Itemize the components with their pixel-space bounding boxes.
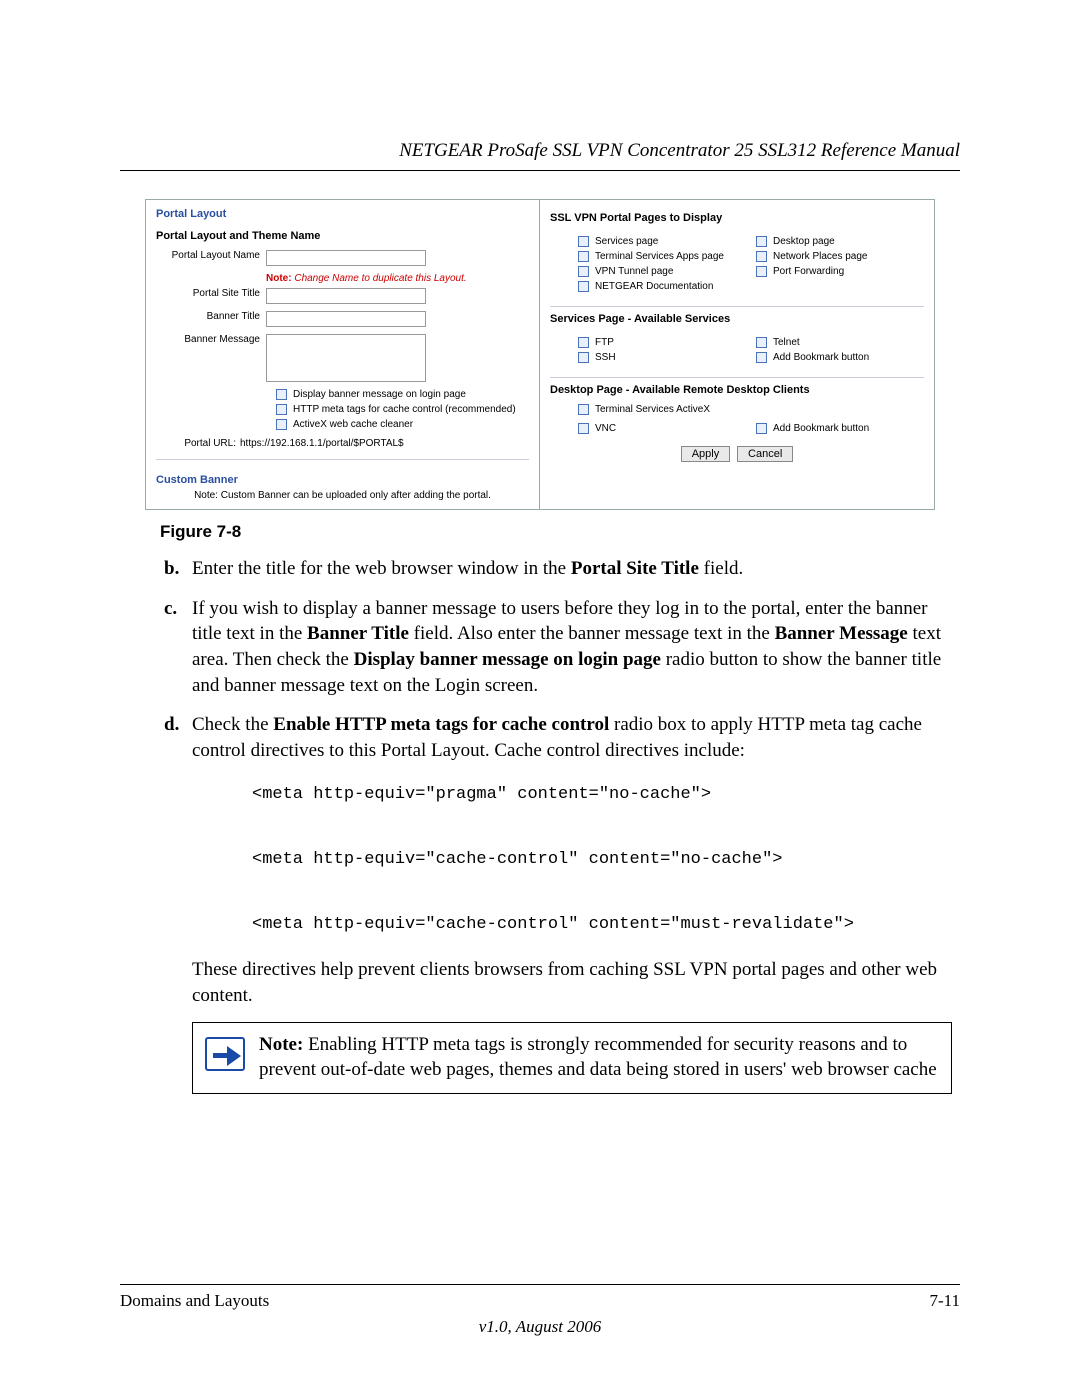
note-box: Note: Enabling HTTP meta tags is strongl…	[192, 1022, 952, 1093]
add-bookmark-dsk-checkbox[interactable]	[756, 423, 767, 434]
desktop-page-checkbox[interactable]	[756, 236, 767, 247]
desktop-clients-heading: Desktop Page - Available Remote Desktop …	[550, 384, 924, 396]
desktop-page-label: Desktop page	[773, 236, 835, 247]
activex-cleaner-label: ActiveX web cache cleaner	[293, 419, 413, 430]
display-banner-checkbox[interactable]	[276, 389, 287, 400]
activex-cleaner-checkbox[interactable]	[276, 419, 287, 430]
ssh-checkbox[interactable]	[578, 352, 589, 363]
ts-activex-label: Terminal Services ActiveX	[595, 404, 710, 415]
vnc-label: VNC	[595, 423, 616, 434]
telnet-label: Telnet	[773, 337, 800, 348]
meta-tag-code: <meta http-equiv="pragma" content="no-ca…	[252, 779, 960, 940]
banner-title-input[interactable]	[266, 311, 426, 327]
portal-url-row: Portal URL:https://192.168.1.1/portal/$P…	[156, 438, 529, 449]
telnet-checkbox[interactable]	[756, 337, 767, 348]
list-item-d: d. Check the Enable HTTP meta tags for c…	[164, 712, 960, 1093]
page-header-title: NETGEAR ProSafe SSL VPN Concentrator 25 …	[120, 140, 960, 162]
footer-section: Domains and Layouts	[120, 1291, 269, 1311]
available-services-heading: Services Page - Available Services	[550, 313, 924, 325]
portal-layout-right-pane: SSL VPN Portal Pages to Display Services…	[540, 200, 934, 509]
services-page-checkbox[interactable]	[578, 236, 589, 247]
add-bookmark-dsk-label: Add Bookmark button	[773, 423, 869, 434]
network-places-label: Network Places page	[773, 251, 868, 262]
footer-version: v1.0, August 2006	[120, 1317, 960, 1337]
layout-theme-heading: Portal Layout and Theme Name	[156, 230, 529, 242]
banner-title-label: Banner Title	[156, 311, 266, 322]
ftp-label: FTP	[595, 337, 614, 348]
banner-message-textarea[interactable]	[266, 334, 426, 382]
portal-layout-left-pane: Portal Layout Portal Layout and Theme Na…	[146, 200, 540, 509]
left-divider	[156, 459, 529, 460]
custom-banner-heading: Custom Banner	[156, 474, 529, 486]
port-forwarding-label: Port Forwarding	[773, 266, 844, 277]
site-title-input[interactable]	[266, 288, 426, 304]
vpn-tunnel-checkbox[interactable]	[578, 266, 589, 277]
custom-banner-note: Note: Custom Banner can be uploaded only…	[156, 490, 529, 501]
layout-name-label: Portal Layout Name	[156, 250, 266, 261]
ftp-checkbox[interactable]	[578, 337, 589, 348]
http-meta-checkbox[interactable]	[276, 404, 287, 415]
arrow-right-icon	[205, 1037, 245, 1071]
portal-layout-title: Portal Layout	[156, 208, 529, 220]
figure-caption: Figure 7-8	[160, 522, 960, 542]
list-item-b: b. Enter the title for the web browser w…	[164, 556, 960, 582]
display-banner-label: Display banner message on login page	[293, 389, 466, 400]
add-bookmark-svc-checkbox[interactable]	[756, 352, 767, 363]
footer-page: 7-11	[929, 1291, 960, 1311]
duplicate-layout-note: Note: Change Name to duplicate this Layo…	[266, 273, 529, 284]
portal-layout-screenshot: Portal Layout Portal Layout and Theme Na…	[145, 199, 935, 510]
ssh-label: SSH	[595, 352, 616, 363]
layout-name-input[interactable]	[266, 250, 426, 266]
site-title-label: Portal Site Title	[156, 288, 266, 299]
footer-rule	[120, 1284, 960, 1285]
cancel-button[interactable]: Cancel	[737, 446, 793, 462]
instruction-list: b. Enter the title for the web browser w…	[164, 556, 960, 1094]
network-places-checkbox[interactable]	[756, 251, 767, 262]
header-rule	[120, 170, 960, 171]
add-bookmark-svc-label: Add Bookmark button	[773, 352, 869, 363]
vpn-tunnel-label: VPN Tunnel page	[595, 266, 673, 277]
netgear-docs-label: NETGEAR Documentation	[595, 281, 713, 292]
apply-button[interactable]: Apply	[681, 446, 731, 462]
netgear-docs-checkbox[interactable]	[578, 281, 589, 292]
vnc-checkbox[interactable]	[578, 423, 589, 434]
pages-to-display-heading: SSL VPN Portal Pages to Display	[550, 212, 924, 224]
right-divider-2	[550, 377, 924, 378]
directives-explain: These directives help prevent clients br…	[192, 957, 960, 1008]
port-forwarding-checkbox[interactable]	[756, 266, 767, 277]
right-divider-1	[550, 306, 924, 307]
terminal-apps-label: Terminal Services Apps page	[595, 251, 724, 262]
banner-message-label: Banner Message	[156, 334, 266, 345]
http-meta-label: HTTP meta tags for cache control (recomm…	[293, 404, 516, 415]
terminal-apps-checkbox[interactable]	[578, 251, 589, 262]
ts-activex-checkbox[interactable]	[578, 404, 589, 415]
services-page-label: Services page	[595, 236, 658, 247]
list-item-c: c. If you wish to display a banner messa…	[164, 596, 960, 699]
